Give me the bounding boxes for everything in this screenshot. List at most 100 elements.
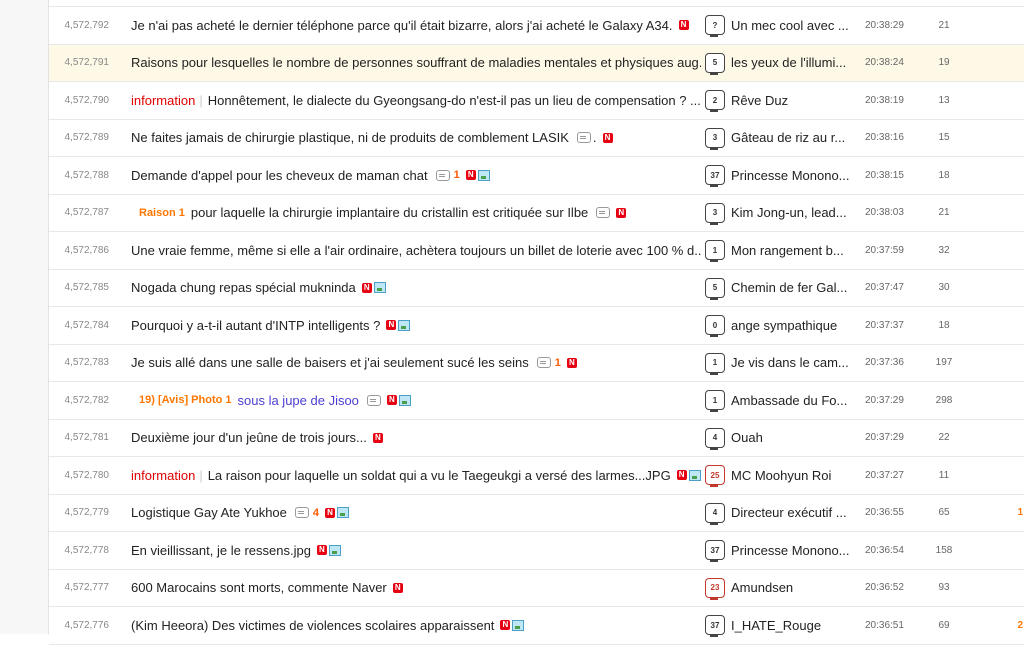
post-title-link[interactable]: Je suis allé dans une salle de baisers e…: [131, 355, 529, 370]
table-row[interactable]: 4,572,791 Raisons pour lesquelles le nom…: [49, 44, 1024, 82]
post-title-link[interactable]: Je n'ai pas acheté le dernier téléphone …: [131, 18, 673, 33]
post-title-link[interactable]: Nogada chung repas spécial mukninda: [131, 280, 356, 295]
author-name[interactable]: I_HATE_Rouge: [731, 618, 821, 633]
post-recommend: 1: [1017, 507, 1023, 519]
category-label[interactable]: information: [131, 468, 195, 483]
author-name[interactable]: Gâteau de riz au r...: [731, 130, 845, 145]
post-title-link[interactable]: Deuxième jour d'un jeûne de trois jours.…: [131, 430, 367, 445]
author-name[interactable]: MC Moohyun Roi: [731, 468, 831, 483]
post-title-cell[interactable]: Raison 1 pour laquelle la chirurgie impla…: [131, 195, 701, 232]
author-name[interactable]: Je vis dans le cam...: [731, 355, 849, 370]
post-title-link[interactable]: pour laquelle la chirurgie implantaire d…: [191, 205, 588, 220]
post-title-link[interactable]: Une vraie femme, même si elle a l'air or…: [131, 243, 701, 258]
post-title-cell[interactable]: information | La raison pour laquelle un s…: [131, 457, 701, 494]
post-author-cell[interactable]: 4 Directeur exécutif ...: [705, 495, 855, 532]
table-row[interactable]: 4,572,790 information | Honnêtement, le di…: [49, 82, 1024, 120]
post-title-link[interactable]: Logistique Gay Ate Yukhoe: [131, 505, 287, 520]
comment-icon: [366, 394, 381, 406]
post-title-link[interactable]: Ne faites jamais de chirurgie plastique,…: [131, 130, 569, 145]
comment-count[interactable]: 4: [313, 507, 319, 519]
author-name[interactable]: Amundsen: [731, 580, 793, 595]
post-author-cell[interactable]: 37 I_HATE_Rouge: [705, 607, 855, 644]
post-title-link[interactable]: 600 Marocains sont morts, commente Naver: [131, 580, 387, 595]
post-title-link[interactable]: Raisons pour lesquelles le nombre de per…: [131, 55, 701, 70]
table-row[interactable]: 4,572,789 Ne faites jamais de chirurgie …: [49, 120, 1024, 157]
post-author-cell[interactable]: 23 Amundsen: [705, 570, 855, 607]
post-title-cell[interactable]: Je n'ai pas acheté le dernier téléphone …: [131, 7, 701, 44]
table-row[interactable]: 4,572,777 600 Marocains sont morts, comm…: [49, 570, 1024, 607]
post-title-cell[interactable]: 19) [Avis] Photo 1 sous la jupe de Jisoo N: [131, 382, 701, 419]
post-author-cell[interactable]: 37 Princesse Monono...: [705, 532, 855, 569]
table-row[interactable]: 4,572,779 Logistique Gay Ate Yukhoe 4 N 4D…: [49, 495, 1024, 532]
post-title-cell[interactable]: Raisons pour lesquelles le nombre de per…: [131, 45, 701, 82]
author-name[interactable]: Rêve Duz: [731, 93, 788, 108]
post-author-cell[interactable]: 5 les yeux de l'illumi...: [705, 45, 855, 82]
post-title-link[interactable]: En vieillissant, je le ressens.jpg: [131, 543, 311, 558]
table-row[interactable]: 4,572,778 En vieillissant, je le ressens…: [49, 532, 1024, 570]
author-name[interactable]: Mon rangement b...: [731, 243, 844, 258]
post-title-cell[interactable]: Pourquoi y a-t-il autant d'INTP intellig…: [131, 307, 701, 344]
table-row[interactable]: 4,572,782 19) [Avis] Photo 1 sous la jupe…: [49, 382, 1024, 420]
table-row[interactable]: 4,572,792 Je n'ai pas acheté le dernier …: [49, 6, 1024, 45]
post-title-cell[interactable]: 600 Marocains sont morts, commente Naver…: [131, 570, 701, 607]
post-author-cell[interactable]: ? Un mec cool avec ...: [705, 7, 855, 44]
user-level-icon: 1: [705, 352, 725, 375]
comment-count[interactable]: 1: [454, 169, 460, 181]
author-name[interactable]: Ambassade du Fo...: [731, 393, 847, 408]
table-row[interactable]: 4,572,784 Pourquoi y a-t-il autant d'INT…: [49, 307, 1024, 345]
post-title-link[interactable]: Pourquoi y a-t-il autant d'INTP intellig…: [131, 318, 380, 333]
category-label[interactable]: information: [131, 93, 195, 108]
author-name[interactable]: Princesse Monono...: [731, 543, 850, 558]
table-row[interactable]: 4,572,786 Une vraie femme, même si elle …: [49, 232, 1024, 270]
post-time: 20:37:59: [865, 244, 904, 256]
author-name[interactable]: Ouah: [731, 430, 763, 445]
post-title-cell[interactable]: Nogada chung repas spécial mukninda N: [131, 270, 701, 307]
post-number: 4,572,781: [64, 432, 110, 444]
post-author-cell[interactable]: 37 Princesse Monono...: [705, 157, 855, 194]
comment-count[interactable]: 1: [555, 357, 561, 369]
author-name[interactable]: Kim Jong-un, lead...: [731, 205, 847, 220]
post-title-cell[interactable]: Deuxième jour d'un jeûne de trois jours.…: [131, 420, 701, 457]
table-row[interactable]: 4,572,785 Nogada chung repas spécial muk…: [49, 270, 1024, 307]
post-title-cell[interactable]: Une vraie femme, même si elle a l'air or…: [131, 232, 701, 269]
author-name[interactable]: Chemin de fer Gal...: [731, 280, 847, 295]
post-title-cell[interactable]: Je suis allé dans une salle de baisers e…: [131, 345, 701, 382]
post-title-link[interactable]: sous la jupe de Jisoo: [238, 393, 359, 408]
table-row[interactable]: 4,572,787 Raison 1 pour laquelle la chiru…: [49, 195, 1024, 232]
post-author-cell[interactable]: 3 Gâteau de riz au r...: [705, 120, 855, 157]
post-title-cell[interactable]: (Kim Heeora) Des victimes de violences s…: [131, 607, 701, 644]
post-title-link[interactable]: Honnêtement, le dialecte du Gyeongsang-d…: [208, 93, 701, 108]
post-author-cell[interactable]: 0 ange sympathique: [705, 307, 855, 344]
post-title-link[interactable]: La raison pour laquelle un soldat qui a …: [208, 468, 671, 483]
title-dot: .: [592, 130, 597, 146]
table-row[interactable]: 4,572,781 Deuxième jour d'un jeûne de tr…: [49, 420, 1024, 457]
table-row[interactable]: 4,572,776 (Kim Heeora) Des victimes de v…: [49, 607, 1024, 645]
user-level-icon: 25: [705, 465, 725, 488]
author-name[interactable]: Directeur exécutif ...: [731, 505, 847, 520]
post-number: 4,572,788: [64, 169, 110, 181]
post-title-link[interactable]: Demande d'appel pour les cheveux de mama…: [131, 168, 428, 183]
author-name[interactable]: Princesse Monono...: [731, 168, 850, 183]
author-name[interactable]: les yeux de l'illumi...: [731, 55, 846, 70]
post-author-cell[interactable]: 2 Rêve Duz: [705, 82, 855, 119]
post-author-cell[interactable]: 3 Kim Jong-un, lead...: [705, 195, 855, 232]
table-row[interactable]: 4,572,780 information | La raison pour laq…: [49, 457, 1024, 495]
post-title-link[interactable]: (Kim Heeora) Des victimes de violences s…: [131, 618, 494, 633]
post-author-cell[interactable]: 25 MC Moohyun Roi: [705, 457, 855, 494]
table-row[interactable]: 4,572,788 Demande d'appel pour les cheve…: [49, 157, 1024, 195]
post-author-cell[interactable]: 1 Je vis dans le cam...: [705, 345, 855, 382]
post-views: 32: [938, 244, 950, 256]
post-title-cell[interactable]: information | Honnêtement, le dialecte du …: [131, 82, 701, 119]
author-name[interactable]: ange sympathique: [731, 318, 837, 333]
post-title-cell[interactable]: Demande d'appel pour les cheveux de mama…: [131, 157, 701, 194]
post-author-cell[interactable]: 4 Ouah: [705, 420, 855, 457]
post-author-cell[interactable]: 1 Ambassade du Fo...: [705, 382, 855, 419]
post-author-cell[interactable]: 5 Chemin de fer Gal...: [705, 270, 855, 307]
post-author-cell[interactable]: 1 Mon rangement b...: [705, 232, 855, 269]
post-title-cell[interactable]: En vieillissant, je le ressens.jpg N: [131, 532, 701, 569]
post-title-cell[interactable]: Logistique Gay Ate Yukhoe 4 N: [131, 495, 701, 532]
table-row[interactable]: 4,572,783 Je suis allé dans une salle de…: [49, 345, 1024, 382]
post-title-cell[interactable]: Ne faites jamais de chirurgie plastique,…: [131, 120, 701, 157]
author-name[interactable]: Un mec cool avec ...: [731, 18, 849, 33]
user-level-icon: 0: [705, 315, 725, 338]
